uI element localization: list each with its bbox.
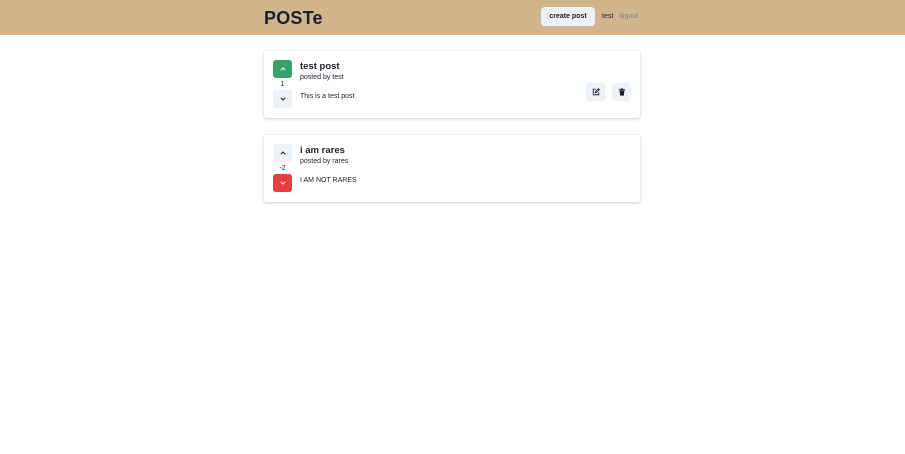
downvote-button[interactable]	[273, 174, 292, 192]
create-post-button[interactable]: create post	[541, 7, 595, 26]
chevron-up-icon	[279, 67, 286, 71]
logout-link[interactable]: logout	[619, 13, 638, 20]
post-card: 1 test post posted by test This is a tes…	[264, 51, 640, 118]
post-body: This is a test post	[300, 93, 355, 100]
chevron-down-icon	[279, 97, 286, 101]
edit-icon	[592, 88, 600, 96]
vote-score: 1	[280, 81, 285, 88]
downvote-button[interactable]	[273, 90, 292, 108]
post-title[interactable]: test post	[300, 61, 340, 72]
post-title[interactable]: i am rares	[300, 145, 345, 156]
current-username: test	[602, 13, 614, 20]
upvote-button[interactable]	[273, 144, 292, 162]
delete-post-button[interactable]	[612, 83, 631, 101]
upvote-button[interactable]	[273, 60, 292, 78]
post-author: posted by test	[300, 74, 344, 81]
post-author: posted by rares	[300, 158, 349, 165]
chevron-up-icon	[279, 151, 286, 155]
vote-score: -2	[279, 165, 286, 172]
navbar: POSTe create post test logout	[0, 0, 905, 35]
post-body: I AM NOT RARES	[300, 177, 357, 184]
edit-post-button[interactable]	[586, 83, 605, 101]
chevron-down-icon	[279, 181, 286, 185]
trash-icon	[618, 88, 625, 96]
post-card: -2 i am rares posted by rares I AM NOT R…	[264, 135, 640, 202]
logo[interactable]: POSTe	[264, 8, 323, 29]
